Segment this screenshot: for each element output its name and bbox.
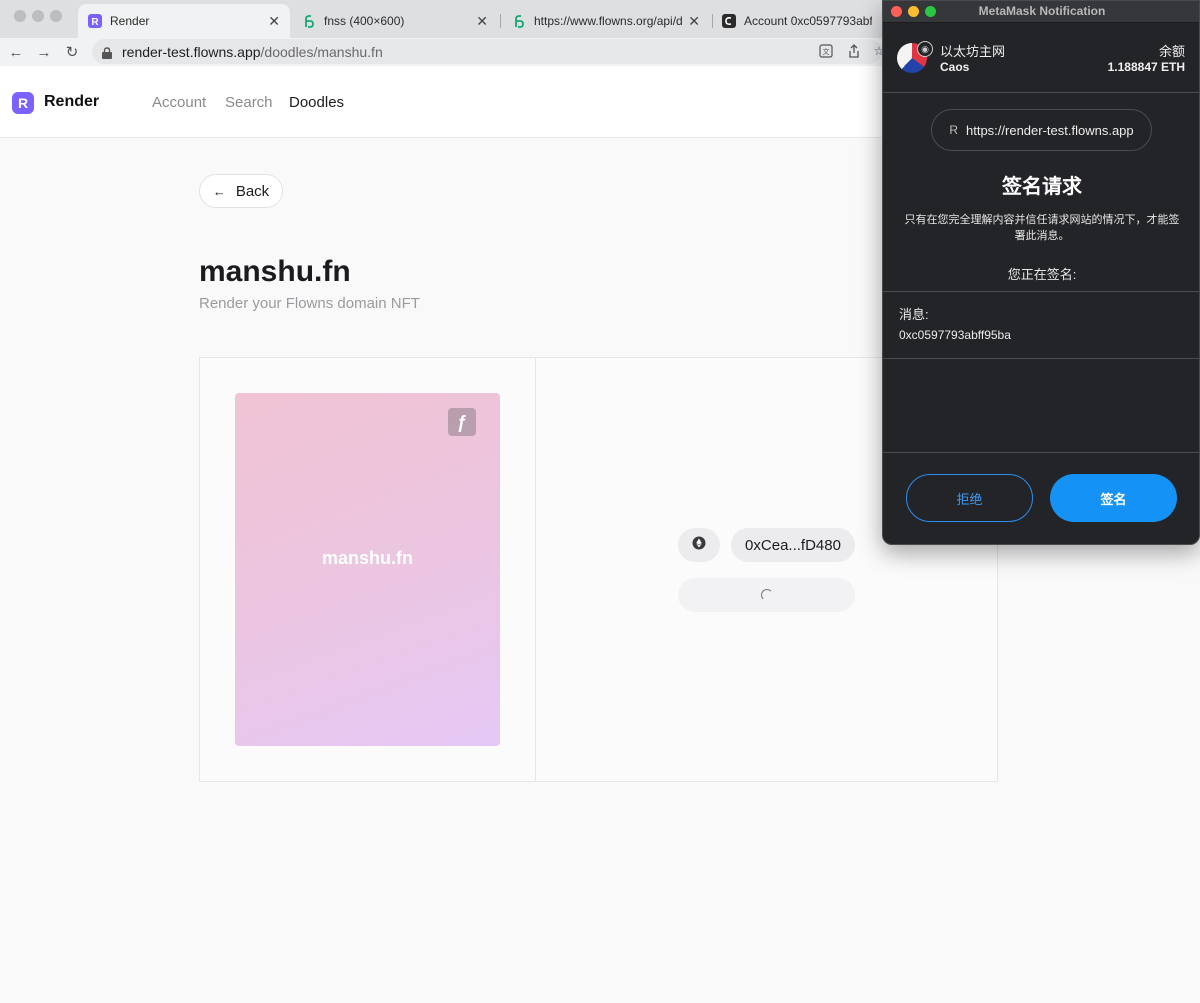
- window-minimize-dot[interactable]: [32, 10, 44, 22]
- tab-title: fnss (400×600): [324, 14, 405, 28]
- back-button[interactable]: ← Back: [199, 174, 283, 208]
- browser-tab[interactable]: Account 0xc0597793abff95: [712, 4, 882, 38]
- back-button-label: Back: [235, 182, 270, 200]
- sign-button[interactable]: 签名: [1050, 474, 1177, 522]
- tab-title: Render: [110, 14, 150, 28]
- request-origin: R https://render-test.flowns.app: [931, 109, 1152, 151]
- tab-title: https://www.flowns.org/api/dat: [534, 14, 683, 28]
- lock-icon: [102, 46, 112, 59]
- network-status-icon: ◉: [917, 41, 933, 57]
- share-icon[interactable]: [847, 44, 861, 58]
- back-arrow-icon: ←: [212, 183, 226, 199]
- divider: [883, 291, 1199, 292]
- divider: [883, 358, 1199, 359]
- panel-divider: [535, 358, 536, 781]
- divider: [883, 452, 1199, 453]
- message-label: 消息:: [899, 307, 929, 322]
- reject-button[interactable]: 拒绝: [906, 474, 1033, 522]
- url-path: /doodles/manshu.fn: [260, 43, 383, 60]
- reload-icon[interactable]: ↻: [62, 42, 82, 62]
- loading-spinner-icon: [760, 589, 773, 601]
- network-chip[interactable]: [678, 528, 720, 562]
- tab-close-icon[interactable]: ✕: [268, 13, 280, 30]
- metamask-notification-window: MetaMask Notification ◉ 以太坊主网 Caos 余额 1.…: [882, 0, 1200, 545]
- nft-domain-name: manshu.fn: [321, 548, 413, 568]
- page-title: manshu.fn: [199, 255, 351, 288]
- wallet-address-chip[interactable]: 0xCea...fD480: [731, 528, 855, 562]
- window-close-dot[interactable]: [14, 10, 26, 22]
- forward-arrow-icon[interactable]: →: [34, 42, 54, 62]
- origin-url: https://render-test.flowns.app: [966, 122, 1134, 138]
- signing-label: 您正在签名:: [1007, 267, 1077, 282]
- nft-card: ƒ manshu.fn: [235, 393, 500, 746]
- translate-icon[interactable]: 文: [819, 44, 833, 58]
- flowns-badge-icon: ƒ: [448, 408, 476, 436]
- flowns-icon: [302, 14, 316, 28]
- back-arrow-icon[interactable]: ←: [6, 42, 26, 62]
- browser-tab[interactable]: R Render ✕: [78, 4, 290, 38]
- tab-close-icon[interactable]: ✕: [688, 13, 700, 30]
- svg-text:文: 文: [823, 47, 830, 56]
- nav-item-account[interactable]: Account: [152, 94, 206, 111]
- tab-title: Account 0xc0597793abff95: [744, 14, 872, 28]
- metamask-window-title: MetaMask Notification: [978, 4, 1106, 18]
- page-subtitle: Render your Flowns domain NFT: [199, 295, 420, 312]
- divider: [883, 92, 1199, 93]
- account-name: Caos: [940, 60, 970, 74]
- brand-name[interactable]: Render: [44, 93, 99, 111]
- ethereum-icon: [692, 536, 706, 555]
- metamask-titlebar: MetaMask Notification: [883, 1, 1199, 23]
- signature-request-heading: 签名请求: [1002, 176, 1082, 198]
- message-value: 0xc0597793abff95ba: [899, 328, 1011, 342]
- tab-close-icon[interactable]: ✕: [476, 13, 488, 30]
- tab-separator: [500, 14, 501, 28]
- network-name: 以太坊主网: [940, 44, 1006, 59]
- render-logo-icon: R: [88, 14, 102, 28]
- site-favicon-icon: R: [949, 123, 958, 137]
- browser-tab[interactable]: fnss (400×600) ✕: [292, 4, 498, 38]
- svg-text:R: R: [91, 17, 99, 28]
- render-logo-icon[interactable]: R: [12, 92, 34, 114]
- render-panel: ƒ manshu.fn 0xCea...fD480: [199, 357, 998, 782]
- address-bar[interactable]: render-test.flowns.app/doodles/manshu.fn: [92, 39, 882, 64]
- url-host: render-test.flowns.app: [122, 43, 261, 60]
- balance-value: 1.188847 ETH: [1107, 60, 1185, 74]
- loading-button[interactable]: [678, 578, 855, 612]
- signature-warning-text: 只有在您完全理解内容并信任请求网站的情况下，才能签署此消息。: [904, 214, 1180, 242]
- balance-label: 余额: [1158, 44, 1185, 59]
- flowns-icon: [512, 14, 526, 28]
- nav-item-search[interactable]: Search: [225, 94, 273, 111]
- account-icon: [722, 14, 736, 28]
- browser-tab[interactable]: https://www.flowns.org/api/dat ✕: [502, 4, 710, 38]
- nav-item-doodles[interactable]: Doodles: [289, 94, 344, 111]
- window-zoom-dot[interactable]: [50, 10, 62, 22]
